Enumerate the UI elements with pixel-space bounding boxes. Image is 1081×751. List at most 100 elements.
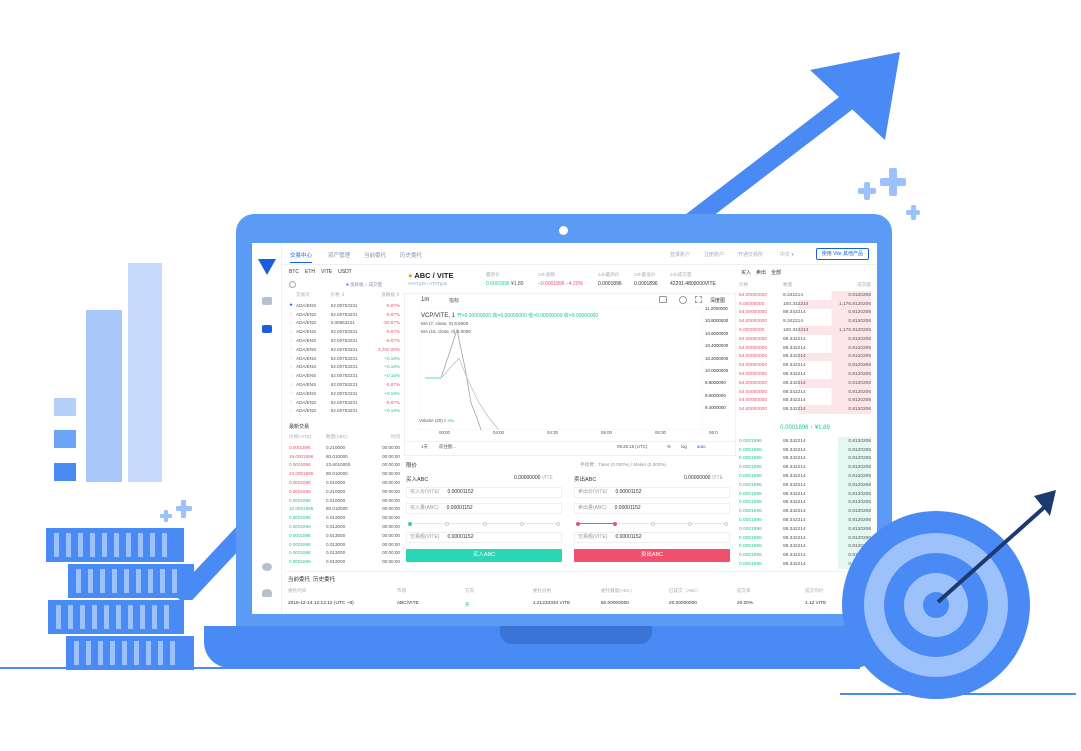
star-icon[interactable]: ☆ bbox=[289, 320, 296, 326]
wallet-icon[interactable] bbox=[262, 297, 272, 305]
depth-chart-button[interactable]: 深度图 bbox=[710, 297, 725, 304]
market-row[interactable]: ☆ ADA/ENS 62.00753231 -5.87% bbox=[289, 336, 400, 345]
tab-sell[interactable]: 卖出 bbox=[756, 269, 766, 276]
sell-slider[interactable] bbox=[576, 521, 728, 526]
tab-trade-center[interactable]: 交易中心 bbox=[290, 251, 313, 263]
ask-row[interactable]: 54.00000000 88.342214 0.8120206 bbox=[739, 405, 871, 415]
ask-row[interactable]: 54.00000000 88.342214 0.8120206 bbox=[739, 370, 871, 379]
trade-row[interactable]: 10.0001896 80.010000 00:00:00 bbox=[289, 505, 400, 514]
star-icon[interactable]: ★ bbox=[289, 302, 296, 308]
tab-btc[interactable]: BTC bbox=[289, 269, 299, 275]
sell-button[interactable]: 卖出ABC bbox=[574, 549, 730, 562]
tab-open-orders[interactable]: 当前委托 bbox=[364, 251, 386, 259]
sell-total-input[interactable]: 交易额(VITE) 0.00001152 bbox=[574, 532, 730, 543]
indicator-button[interactable]: 指标 bbox=[449, 297, 459, 304]
star-icon[interactable]: ☆ bbox=[289, 364, 296, 370]
trade-row[interactable]: 19.0001896 80.010000 00:00:00 bbox=[289, 452, 400, 461]
market-row[interactable]: ☆ ADA/ENS 62.00753231 +0.16% bbox=[289, 354, 400, 363]
ask-row[interactable]: 54.00000000 88.342214 0.8120206 bbox=[739, 379, 871, 388]
star-icon[interactable]: ☆ bbox=[289, 338, 296, 344]
trade-row[interactable]: 0.0001896 0.010000 00:00:00 bbox=[289, 496, 400, 505]
tab-current-orders[interactable]: 当前委托 bbox=[288, 577, 310, 583]
ask-row[interactable]: 54.00000000 88.342214 0.8120206 bbox=[739, 352, 871, 362]
camera-icon[interactable] bbox=[659, 296, 667, 303]
market-row[interactable]: ☆ ADA/ENS 62.00753231 3,700.00% bbox=[289, 345, 400, 354]
market-row[interactable]: ☆ ADA/ENS 62.00753231 +0.16% bbox=[289, 371, 400, 380]
tab-buy[interactable]: 买入 bbox=[741, 269, 751, 276]
bid-row[interactable]: 0.0001896 88.342214 0.8120206 bbox=[739, 463, 871, 473]
ask-row[interactable]: 54.00000000 9.342214 0.8120206 bbox=[739, 317, 871, 327]
market-row[interactable]: ☆ ADA/ENS 62.00753231 -5.87% bbox=[289, 327, 400, 336]
tab-eth[interactable]: ETH bbox=[305, 269, 315, 275]
tab-assets[interactable]: 资产管理 bbox=[328, 251, 350, 259]
register-link[interactable]: 注册账户 bbox=[704, 251, 724, 258]
sell-amount-input[interactable]: 卖出量(ABC) 0.00001152 bbox=[574, 503, 730, 514]
ask-row[interactable]: 54.00000000 88.342214 0.8120206 bbox=[739, 361, 871, 371]
market-row[interactable]: ☆ ADA/ENS 62.00753231 +0.16% bbox=[289, 407, 400, 416]
buy-total-input[interactable]: 交易额(VITE) 0.00001152 bbox=[406, 532, 562, 543]
sort-radios[interactable]: ● 涨跌幅 ○ 成交量 bbox=[346, 282, 382, 288]
trade-icon[interactable] bbox=[262, 325, 272, 333]
star-icon[interactable]: ☆ bbox=[289, 382, 296, 388]
tab-all[interactable]: 全部 bbox=[771, 269, 781, 276]
tab-vite[interactable]: VITE bbox=[321, 269, 332, 275]
search-icon[interactable] bbox=[289, 281, 296, 288]
ask-row[interactable]: 54.00000000 88.342214 0.8120206 bbox=[739, 387, 871, 397]
star-icon[interactable]: ☆ bbox=[289, 399, 296, 405]
ask-row[interactable]: 54.00000000 88.342214 0.8120206 bbox=[739, 308, 871, 318]
language-select[interactable]: 中文 ▾ bbox=[780, 251, 794, 258]
fullscreen-icon[interactable] bbox=[695, 296, 702, 303]
trade-row[interactable]: 0.0001896 0.013000 00:00:00 bbox=[289, 531, 400, 540]
buy-button[interactable]: 买入ABC bbox=[406, 549, 562, 562]
star-icon[interactable]: ☆ bbox=[289, 355, 296, 361]
market-row[interactable]: ☆ ADA/ENS 0.00653231 -50.87% bbox=[289, 319, 400, 328]
log-toggle[interactable]: log bbox=[681, 444, 687, 449]
tab-history-orders[interactable]: 历史委托 bbox=[313, 577, 335, 583]
market-row[interactable]: ☆ ADA/ENS 62.00753231 +0.16% bbox=[289, 363, 400, 372]
tab-usdt[interactable]: USDT bbox=[338, 269, 352, 275]
sell-price-input[interactable]: 卖出价(VITE) 0.00001152 bbox=[574, 487, 730, 498]
star-icon[interactable]: ☆ bbox=[289, 346, 296, 352]
market-row[interactable]: ☆ ADA/ENS 62.00753231 -5.87% bbox=[289, 310, 400, 319]
trade-row[interactable]: 10.0001896 80.010000 00:00:00 bbox=[289, 469, 400, 478]
buy-slider[interactable] bbox=[408, 521, 560, 526]
tab-order-history[interactable]: 历史委托 bbox=[400, 251, 422, 259]
star-icon[interactable]: ☆ bbox=[289, 329, 296, 335]
star-icon[interactable]: ☆ bbox=[289, 408, 296, 414]
market-row[interactable]: ☆ ADA/ENS 62.00753231 +0.16% bbox=[289, 389, 400, 398]
ask-row[interactable]: 54.00000000 88.342214 0.8120206 bbox=[739, 343, 871, 353]
trade-row[interactable]: 0.0001896 0.013000 00:00:00 bbox=[289, 513, 400, 522]
bid-row[interactable]: 0.0001896 88.342214 0.8120206 bbox=[739, 445, 871, 455]
order-type[interactable]: 限价 bbox=[406, 461, 417, 469]
interval-select[interactable]: 1m bbox=[421, 297, 429, 303]
trade-row[interactable]: 0.0001896 0.010000 00:00:00 bbox=[289, 478, 400, 487]
ask-row[interactable]: 9.00000000 100.342214 1,176.8120206 bbox=[739, 299, 871, 309]
open-exchange-link[interactable]: 开通交易所 bbox=[738, 251, 763, 258]
trade-row[interactable]: 0.0001896 23.6010000 00:00:00 bbox=[289, 461, 400, 470]
bid-row[interactable]: 0.0001896 88.342214 0.8120206 bbox=[739, 454, 871, 464]
order-row[interactable]: 2018-12-14 12:12:12 (UTC +8) ABC/VITE 买 1.2… bbox=[288, 601, 873, 608]
bid-row[interactable]: 0.0001896 88.342214 0.8120206 bbox=[739, 437, 871, 446]
percent-toggle[interactable]: % bbox=[667, 444, 671, 449]
trade-row[interactable]: 0.0001896 0.013000 00:00:00 bbox=[289, 557, 400, 566]
trade-row[interactable]: 0.0001896 0.210000 00:00:00 bbox=[289, 443, 400, 452]
star-icon[interactable]: ☆ bbox=[289, 373, 296, 379]
use-vite-products-button[interactable]: 使用 Vite 其他产品 bbox=[815, 248, 869, 260]
buy-price-input[interactable]: 买入价(VITE) 0.00001152 bbox=[406, 487, 562, 498]
star-icon[interactable]: ☆ bbox=[289, 311, 296, 317]
user-icon[interactable] bbox=[262, 589, 272, 597]
login-link[interactable]: 登录账户 bbox=[670, 251, 690, 258]
ask-row[interactable]: 54.00000000 88.342214 0.8120206 bbox=[739, 396, 871, 406]
buy-amount-input[interactable]: 买入量(ABC) 0.00001152 bbox=[406, 503, 562, 514]
trade-row[interactable]: 0.0001896 0.210000 00:00:00 bbox=[289, 487, 400, 496]
ask-row[interactable]: 54.00000000 88.342214 0.8120206 bbox=[739, 335, 871, 344]
goto-button[interactable]: 前往图... bbox=[439, 444, 456, 450]
gear-icon[interactable] bbox=[679, 296, 687, 304]
trade-row[interactable]: 0.0001896 0.013000 00:00:00 bbox=[289, 540, 400, 549]
auto-toggle[interactable]: auto bbox=[697, 444, 706, 449]
settings-icon[interactable] bbox=[262, 563, 272, 571]
ask-row[interactable]: 54.00000000 9.342214 0.8120206 bbox=[739, 291, 871, 300]
range-1d[interactable]: 1天 bbox=[421, 444, 428, 450]
market-row[interactable]: ☆ ADA/ENS 62.00753231 -5.87% bbox=[289, 398, 400, 407]
market-row[interactable]: ☆ ADA/ENS 62.00753231 -5.87% bbox=[289, 380, 400, 389]
